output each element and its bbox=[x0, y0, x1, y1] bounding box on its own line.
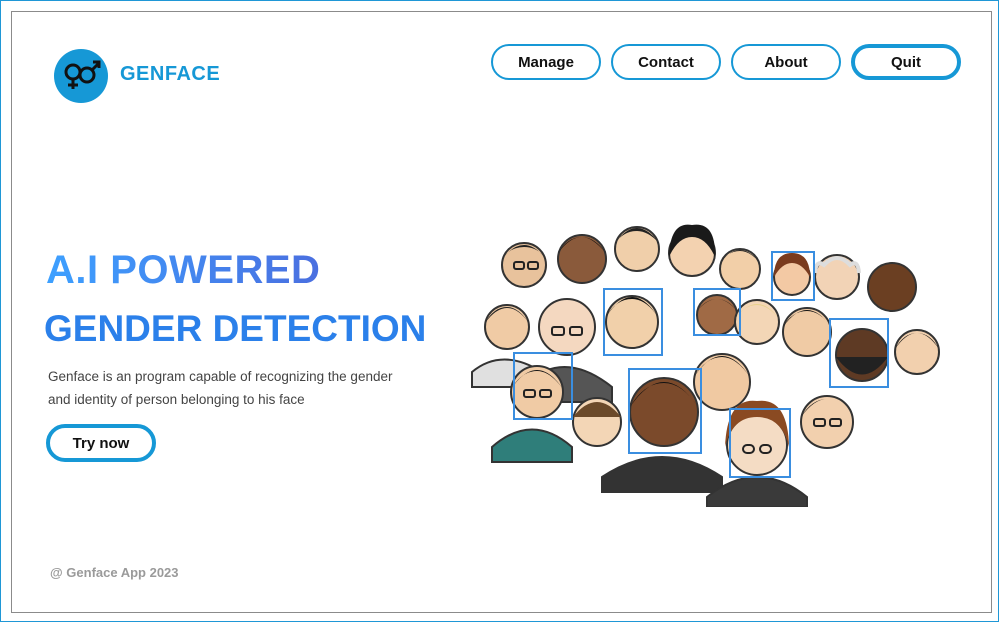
hero-subheadline: GENDER DETECTION bbox=[44, 308, 427, 349]
hero-description: Genface is an program capable of recogni… bbox=[48, 366, 428, 411]
logo bbox=[54, 49, 108, 103]
try-now-button[interactable]: Try now bbox=[46, 424, 156, 462]
description-line-1: Genface is an program capable of recogni… bbox=[48, 369, 393, 384]
hero-headline: A.I POWERED bbox=[46, 248, 321, 292]
description-line-2: and identity of person belonging to his … bbox=[48, 391, 305, 407]
app-window: GENFACE Manage Contact About Quit A.I PO… bbox=[0, 0, 999, 622]
brand-name: GENFACE bbox=[120, 63, 221, 85]
crowd-front-row bbox=[491, 353, 854, 507]
about-button[interactable]: About bbox=[731, 44, 841, 80]
gender-symbols-icon bbox=[64, 60, 101, 89]
contact-button[interactable]: Contact bbox=[611, 44, 721, 80]
manage-button[interactable]: Manage bbox=[491, 44, 601, 80]
crowd-face-detection-illustration bbox=[471, 224, 940, 507]
footer-copyright: @ Genface App 2023 bbox=[50, 565, 179, 580]
quit-button[interactable]: Quit bbox=[851, 44, 961, 80]
main-panel: GENFACE Manage Contact About Quit A.I PO… bbox=[11, 11, 992, 613]
